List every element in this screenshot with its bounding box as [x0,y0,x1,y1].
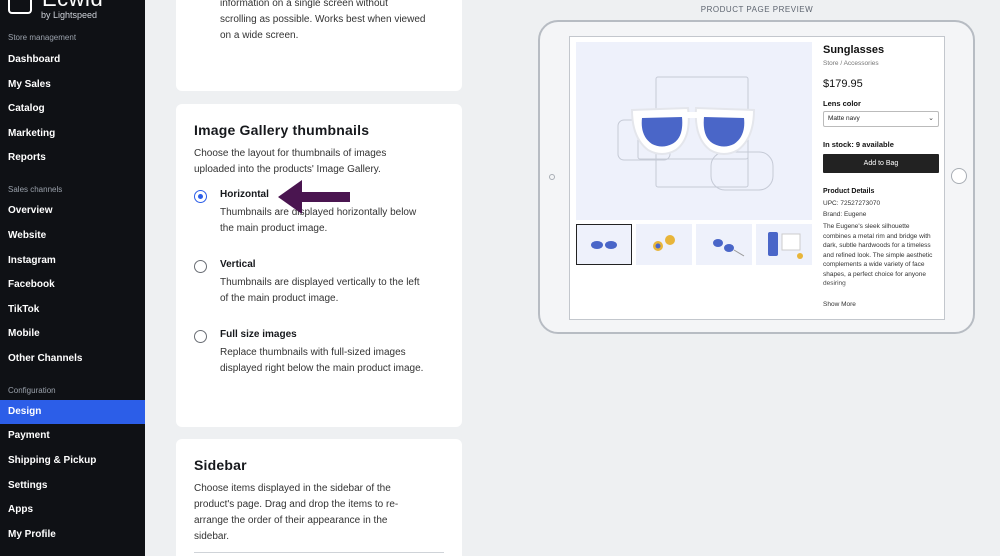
nav-design[interactable]: Design [0,400,145,424]
nav-catalog[interactable]: Catalog [0,97,145,121]
nav-my-sales[interactable]: My Sales [0,73,145,97]
radio-full-size-images[interactable] [194,330,207,343]
nav-my-profile[interactable]: My Profile [0,523,145,547]
nav-mobile[interactable]: Mobile [0,322,145,346]
section-label-configuration: Configuration [8,386,56,395]
sidebar: Ecwid by Lightspeed Store management Das… [0,0,145,556]
thumbnail-4[interactable] [756,224,812,265]
radio-vertical[interactable] [194,260,207,273]
description-line: information on a single screen without [220,0,388,9]
description-line: of the main product image. [220,293,339,304]
nav-payment[interactable]: Payment [0,424,145,448]
description-line: displayed right below the main product i… [220,363,424,374]
product-details-heading: Product Details [823,188,875,195]
description-line: arrange the order of their appearance in… [194,515,388,526]
product-description: The Eugene's sleek silhouette combines a… [823,222,938,294]
lens-color-select[interactable]: Matte navy ⌄ [823,111,939,127]
card-title: Sidebar [194,457,247,473]
option-description: Replace thumbnails with full-sized image… [220,345,460,377]
card-description: Choose items displayed in the sidebar of… [194,481,454,545]
annotation-arrow-icon [278,180,350,214]
nav-instagram[interactable]: Instagram [0,249,145,273]
sunglasses-thumb-icon [591,241,617,249]
sidebar-settings-card: Sidebar Choose items displayed in the si… [176,439,462,556]
nav-shipping-pickup[interactable]: Shipping & Pickup [0,449,145,473]
layout-option-description: information on a single screen without s… [220,0,456,44]
nav-tiktok[interactable]: TikTok [0,298,145,322]
sunglasses-thumb-icon [768,232,803,259]
product-breadcrumb[interactable]: Store / Accessories [823,60,879,67]
logo-mark-icon [8,0,32,14]
radio-horizontal[interactable] [194,190,207,203]
nav-reports[interactable]: Reports [0,146,145,170]
nav-dashboard[interactable]: Dashboard [0,48,145,72]
thumbnail-3[interactable] [696,224,752,265]
option-description: Thumbnails are displayed vertically to t… [220,275,460,307]
main-product-image [576,42,812,220]
image-gallery-thumbnails-card: Image Gallery thumbnails Choose the layo… [176,104,462,427]
product-title: Sunglasses [823,44,885,56]
description-line: Thumbnails are displayed vertically to t… [220,277,420,288]
sunglasses-thumb-icon [653,235,675,251]
card-description: Choose the layout for thumbnails of imag… [194,146,454,178]
option-label: Horizontal [220,189,269,200]
description-line: scrolling as possible. Works best when v… [220,14,426,25]
product-price: $179.95 [823,78,863,90]
description-line: uploaded into the products' Image Galler… [194,164,381,175]
preview-label: PRODUCT PAGE PREVIEW [700,5,814,14]
section-label-sales-channels: Sales channels [8,185,63,194]
nav-marketing[interactable]: Marketing [0,122,145,146]
nav-settings[interactable]: Settings [0,474,145,498]
lens-color-label: Lens color [823,99,861,108]
nav-facebook[interactable]: Facebook [0,273,145,297]
logo-subtext: by Lightspeed [41,10,98,20]
layout-option-card: information on a single screen without s… [176,0,462,91]
description-line: on a wide screen. [220,30,299,41]
description-line: the main product image. [220,223,328,234]
description-line: Choose the layout for thumbnails of imag… [194,148,387,159]
stock-status: In stock: 9 available [823,140,894,149]
show-more-link[interactable]: Show More [823,301,856,308]
thumbnail-1[interactable] [576,224,632,265]
add-to-bag-button[interactable]: Add to Bag [823,154,939,173]
chevron-down-icon: ⌄ [928,115,934,122]
nav-other-channels[interactable]: Other Channels [0,347,145,371]
description-line: Replace thumbnails with full-sized image… [220,347,406,358]
nav-apps[interactable]: Apps [0,498,145,522]
product-brand: Brand: Eugene [823,211,867,218]
lens-color-value: Matte navy [828,115,860,122]
description-line: sidebar. [194,531,230,542]
sunglasses-image-icon [617,76,774,191]
description-line: product's page. Drag and drop the items … [194,499,399,510]
nav-website[interactable]: Website [0,224,145,248]
thumbnail-2[interactable] [636,224,692,265]
description-line: Choose items displayed in the sidebar of… [194,483,391,494]
tablet-camera-icon [549,174,555,180]
option-label: Vertical [220,259,256,270]
card-title: Image Gallery thumbnails [194,122,370,138]
section-label-store-management: Store management [8,33,77,42]
divider [194,552,444,553]
sunglasses-thumb-icon [713,239,745,257]
nav-overview[interactable]: Overview [0,199,145,223]
tablet-home-button-icon [951,168,967,184]
option-label: Full size images [220,329,297,340]
product-upc: UPC: 72527273070 [823,200,881,207]
